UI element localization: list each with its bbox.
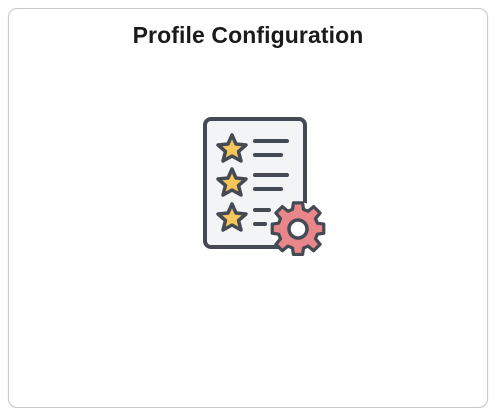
gear-icon xyxy=(270,201,326,257)
tile-title: Profile Configuration xyxy=(132,22,364,48)
profile-configuration-tile[interactable]: Profile Configuration xyxy=(8,8,488,408)
profile-configuration-icon xyxy=(195,113,345,273)
